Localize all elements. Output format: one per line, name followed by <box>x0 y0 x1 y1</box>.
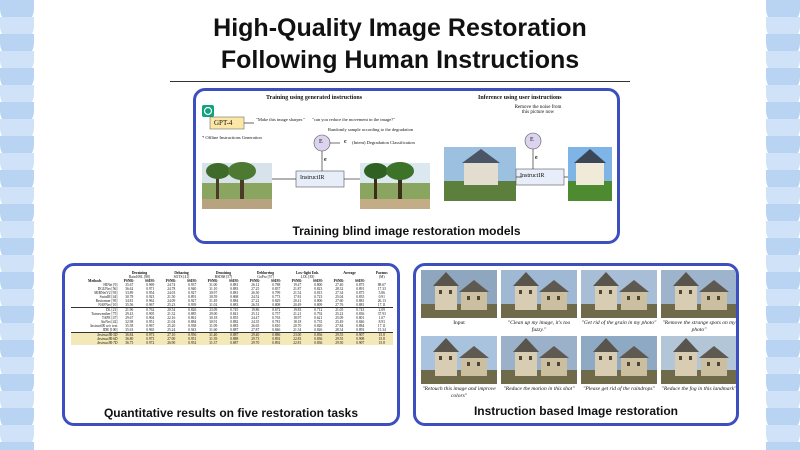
castle-image <box>661 336 736 384</box>
inference-heading: Inference using user instructions <box>478 95 562 101</box>
value-cell: 15.8 <box>370 341 393 345</box>
method-cell: InstructIR-7D <box>71 341 119 345</box>
table-row: InstructIR-7D 36.75 0.972 26.90 0.952 31.37 0.… <box>71 341 393 345</box>
page-title: High-Quality Image Restoration Following… <box>0 12 800 76</box>
title-divider <box>170 81 630 82</box>
castle-image <box>581 270 657 318</box>
instruction-grid-card: Input "Clean up my image, it's too fuzzy.… <box>413 263 739 426</box>
value-cell: 29.50 <box>328 341 350 345</box>
value-cell: 29.70 <box>244 341 266 345</box>
castle-image <box>661 270 736 318</box>
image-caption: "Please get rid of the raindrops" <box>583 386 655 392</box>
value-cell: 0.887 <box>223 341 245 345</box>
training-heading: Training using generated instructions <box>266 95 363 101</box>
prompt-a: "Make this image sharper." <box>256 117 305 122</box>
e-symbol-right: e <box>535 155 538 161</box>
classification-note: (Intent) Degradation Classification <box>352 140 415 145</box>
castle-image <box>421 336 497 384</box>
image-caption: "Reduce the motion in this shot" <box>503 386 575 392</box>
image-caption: Input <box>453 320 465 326</box>
image-caption: "Get rid of the grain in my photo" <box>581 320 657 326</box>
image-caption: "Reduce the fog in this landmark" <box>661 386 737 392</box>
value-cell: 0.972 <box>139 341 161 345</box>
prompt-b: "can you reduce the movement in the imag… <box>312 117 396 122</box>
training-caption: Training blind image restoration models <box>292 224 521 238</box>
grid-caption: Instruction based Image restoration <box>473 404 679 418</box>
offline-note: * Offline Instructions Generation <box>202 135 262 140</box>
value-cell: 0.907 <box>349 341 371 345</box>
image-caption: "Remove the strange spots on my photo" <box>662 320 736 333</box>
castle-image <box>501 336 577 384</box>
gpt-label: GPT-4 <box>214 119 233 127</box>
castle-image <box>581 336 657 384</box>
gpt-logo-icon <box>202 105 214 117</box>
castle-image <box>501 270 577 318</box>
title-line-1: High-Quality Image Restoration <box>213 14 587 42</box>
value-cell: 0.952 <box>181 341 203 345</box>
image-caption: "Clean up my image, it's too fuzzy." <box>507 320 571 333</box>
results-table: Deraining Dehazing Denoising Deblurring … <box>71 271 393 345</box>
results-table-body: HINet [9] 35.67 0.969 24.74 0.937 31.00 0.881 2… <box>71 283 393 345</box>
value-cell: 36.75 <box>118 341 140 345</box>
sample-note: Randomly sample according to the degrada… <box>328 127 414 132</box>
model-label-right: InstructIR <box>520 173 545 179</box>
castle-image <box>421 270 497 318</box>
value-cell: 0.836 <box>307 341 329 345</box>
results-table-card: Deraining Dehazing Denoising Deblurring … <box>62 263 400 426</box>
value-cell: 22.81 <box>286 341 308 345</box>
c-symbol: c <box>344 139 347 145</box>
user-instruction: Remove the noise from this picture now <box>514 105 562 115</box>
value-cell: 0.892 <box>265 341 287 345</box>
encoder-label: E <box>319 139 323 145</box>
image-caption: "Retouch this image and improve colors" <box>422 386 496 399</box>
e-symbol: e <box>324 157 327 163</box>
value-cell: 26.90 <box>160 341 182 345</box>
value-cell: 31.37 <box>202 341 224 345</box>
training-diagram-card: Training using generated instructions In… <box>193 88 620 244</box>
table-caption: Quantitative results on five restoration… <box>103 406 359 420</box>
encoder-label-right: E <box>530 137 534 143</box>
model-label: InstructIR <box>300 175 325 181</box>
title-line-2: Following Human Instructions <box>220 46 580 74</box>
